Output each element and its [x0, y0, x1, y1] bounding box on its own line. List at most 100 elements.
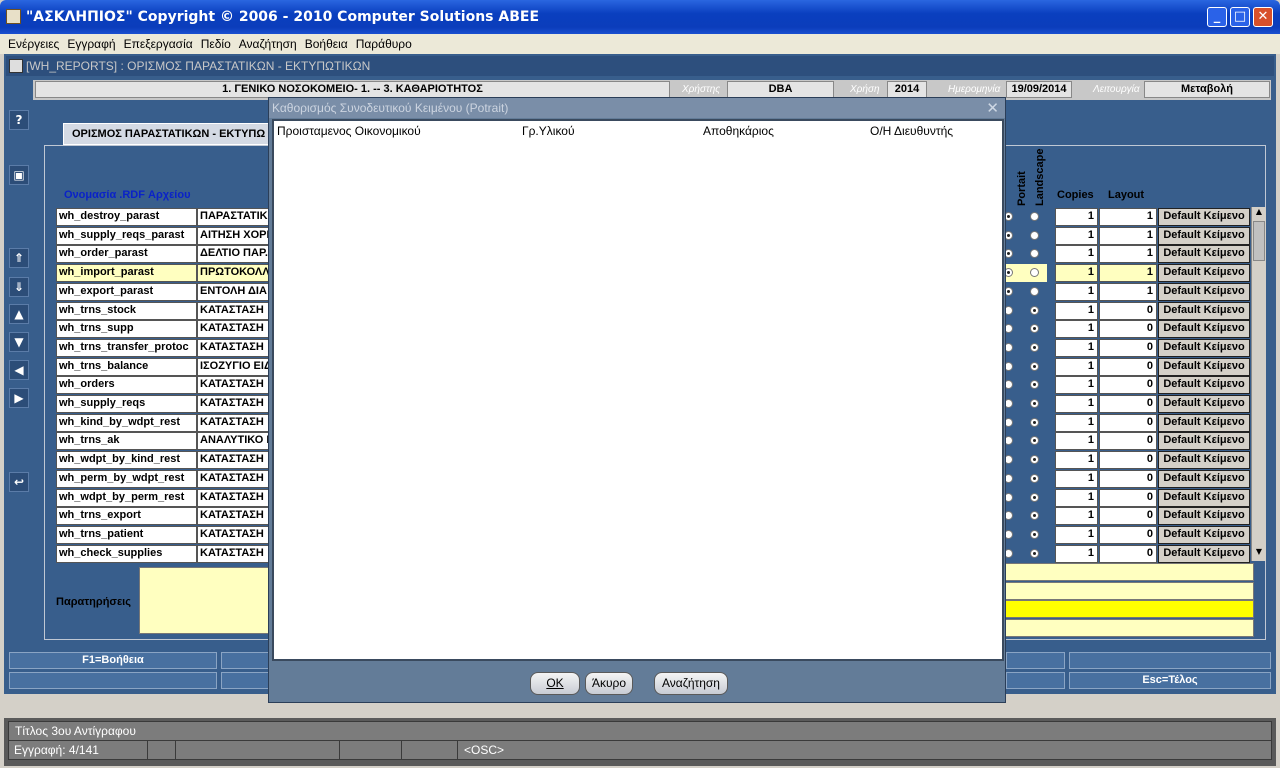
- default-text-button[interactable]: Default Κείμενο: [1158, 320, 1250, 338]
- copies-cell[interactable]: 1: [1055, 414, 1098, 432]
- esc-exit-button[interactable]: Esc=Τέλος: [1069, 672, 1271, 689]
- landscape-radio[interactable]: [1030, 399, 1039, 408]
- copy-title-3-field[interactable]: [1005, 600, 1254, 618]
- default-text-button[interactable]: Default Κείμενο: [1158, 545, 1250, 563]
- menu-record[interactable]: Εγγραφή: [63, 34, 119, 51]
- dialog-text-area[interactable]: Προισταμενος Οικονομικού Γρ.Υλικού Αποθη…: [272, 119, 1004, 661]
- layout-cell[interactable]: 0: [1099, 432, 1157, 450]
- rdf-file-cell[interactable]: wh_wdpt_by_kind_rest: [56, 451, 197, 469]
- default-text-button[interactable]: Default Κείμενο: [1158, 227, 1250, 245]
- layout-cell[interactable]: 1: [1099, 264, 1157, 282]
- rdf-file-cell[interactable]: wh_trns_ak: [56, 432, 197, 450]
- layout-cell[interactable]: 1: [1099, 245, 1157, 263]
- layout-cell[interactable]: 0: [1099, 395, 1157, 413]
- description-cell[interactable]: ΚΑΤΑΣΤΑΣΗ: [197, 414, 269, 432]
- description-cell[interactable]: ΚΑΤΑΣΤΑΣΗ: [197, 451, 269, 469]
- default-text-button[interactable]: Default Κείμενο: [1158, 376, 1250, 394]
- landscape-radio[interactable]: [1030, 511, 1039, 520]
- copies-cell[interactable]: 1: [1055, 227, 1098, 245]
- default-text-button[interactable]: Default Κείμενο: [1158, 245, 1250, 263]
- next-record-icon[interactable]: ▼: [9, 332, 29, 352]
- landscape-radio[interactable]: [1030, 418, 1039, 427]
- description-cell[interactable]: ΠΡΩΤΟΚΟΛΛ: [197, 264, 269, 282]
- fkey-button-7[interactable]: [1006, 672, 1065, 689]
- default-text-button[interactable]: Default Κείμενο: [1158, 432, 1250, 450]
- rdf-file-cell[interactable]: wh_trns_stock: [56, 302, 197, 320]
- rdf-file-cell[interactable]: wh_supply_reqs_parast: [56, 227, 197, 245]
- layout-cell[interactable]: 0: [1099, 339, 1157, 357]
- layout-cell[interactable]: 0: [1099, 470, 1157, 488]
- last-record-icon[interactable]: ⇓: [9, 277, 29, 297]
- layout-cell[interactable]: 1: [1099, 283, 1157, 301]
- layout-cell[interactable]: 0: [1099, 526, 1157, 544]
- fkey-button-4[interactable]: [1069, 652, 1271, 669]
- cancel-button[interactable]: Άκυρο: [585, 672, 633, 695]
- layout-cell[interactable]: 1: [1099, 227, 1157, 245]
- default-text-button[interactable]: Default Κείμενο: [1158, 302, 1250, 320]
- description-cell[interactable]: ΚΑΤΑΣΤΑΣΗ: [197, 526, 269, 544]
- landscape-radio[interactable]: [1030, 343, 1039, 352]
- description-cell[interactable]: ΚΑΤΑΣΤΑΣΗ: [197, 395, 269, 413]
- default-text-button[interactable]: Default Κείμενο: [1158, 283, 1250, 301]
- copy-title-4-field[interactable]: [1005, 619, 1254, 637]
- menu-search[interactable]: Αναζήτηση: [235, 34, 301, 51]
- copies-cell[interactable]: 1: [1055, 376, 1098, 394]
- undo-icon[interactable]: ↩: [9, 472, 29, 492]
- rdf-file-cell[interactable]: wh_orders: [56, 376, 197, 394]
- copies-cell[interactable]: 1: [1055, 208, 1098, 226]
- default-text-button[interactable]: Default Κείμενο: [1158, 264, 1250, 282]
- close-button[interactable]: ✕: [1253, 7, 1273, 27]
- fkey-button-2[interactable]: [221, 652, 269, 669]
- rdf-file-cell[interactable]: wh_import_parast: [56, 264, 197, 282]
- rdf-file-cell[interactable]: wh_trns_balance: [56, 358, 197, 376]
- default-text-button[interactable]: Default Κείμενο: [1158, 358, 1250, 376]
- landscape-radio[interactable]: [1030, 530, 1039, 539]
- landscape-radio[interactable]: [1030, 231, 1039, 240]
- rdf-file-cell[interactable]: wh_trns_transfer_protoc: [56, 339, 197, 357]
- minimize-button[interactable]: _: [1207, 7, 1227, 27]
- default-text-button[interactable]: Default Κείμενο: [1158, 507, 1250, 525]
- copies-cell[interactable]: 1: [1055, 283, 1098, 301]
- layout-cell[interactable]: 0: [1099, 302, 1157, 320]
- description-cell[interactable]: ΠΑΡΑΣΤΑΤΙΚ: [197, 208, 269, 226]
- rdf-file-cell[interactable]: wh_order_parast: [56, 245, 197, 263]
- previous-block-icon[interactable]: ◀: [9, 360, 29, 380]
- layout-cell[interactable]: 0: [1099, 358, 1157, 376]
- description-cell[interactable]: ΚΑΤΑΣΤΑΣΗ: [197, 302, 269, 320]
- copies-cell[interactable]: 1: [1055, 395, 1098, 413]
- copies-cell[interactable]: 1: [1055, 451, 1098, 469]
- copies-cell[interactable]: 1: [1055, 245, 1098, 263]
- description-cell[interactable]: ΕΝΤΟΛΗ ΔΙΑ: [197, 283, 269, 301]
- help-icon[interactable]: ?: [9, 110, 29, 130]
- first-record-icon[interactable]: ⇑: [9, 248, 29, 268]
- description-cell[interactable]: ΚΑΤΑΣΤΑΣΗ: [197, 320, 269, 338]
- menu-help[interactable]: Βοήθεια: [301, 34, 352, 51]
- default-text-button[interactable]: Default Κείμενο: [1158, 208, 1250, 226]
- layout-cell[interactable]: 0: [1099, 320, 1157, 338]
- fkey-button-6[interactable]: [221, 672, 269, 689]
- description-cell[interactable]: ΚΑΤΑΣΤΑΣΗ: [197, 470, 269, 488]
- description-cell[interactable]: ΚΑΤΑΣΤΑΣΗ: [197, 507, 269, 525]
- layout-cell[interactable]: 0: [1099, 451, 1157, 469]
- landscape-radio[interactable]: [1030, 493, 1039, 502]
- rdf-file-cell[interactable]: wh_trns_patient: [56, 526, 197, 544]
- fkey-button-3[interactable]: [1006, 652, 1065, 669]
- copies-cell[interactable]: 1: [1055, 432, 1098, 450]
- layout-cell[interactable]: 0: [1099, 489, 1157, 507]
- rdf-file-cell[interactable]: wh_kind_by_wdpt_rest: [56, 414, 197, 432]
- copies-cell[interactable]: 1: [1055, 545, 1098, 563]
- landscape-radio[interactable]: [1030, 436, 1039, 445]
- maximize-button[interactable]: □: [1230, 7, 1250, 27]
- rdf-file-cell[interactable]: wh_check_supplies: [56, 545, 197, 563]
- copies-cell[interactable]: 1: [1055, 470, 1098, 488]
- save-icon[interactable]: ▣: [9, 165, 29, 185]
- landscape-radio[interactable]: [1030, 380, 1039, 389]
- landscape-radio[interactable]: [1030, 455, 1039, 464]
- copies-cell[interactable]: 1: [1055, 526, 1098, 544]
- ok-button[interactable]: OK: [530, 672, 580, 695]
- remarks-field[interactable]: [139, 567, 270, 634]
- layout-cell[interactable]: 0: [1099, 507, 1157, 525]
- rdf-file-cell[interactable]: wh_supply_reqs: [56, 395, 197, 413]
- search-button[interactable]: Αναζήτηση: [654, 672, 728, 695]
- landscape-radio[interactable]: [1030, 324, 1039, 333]
